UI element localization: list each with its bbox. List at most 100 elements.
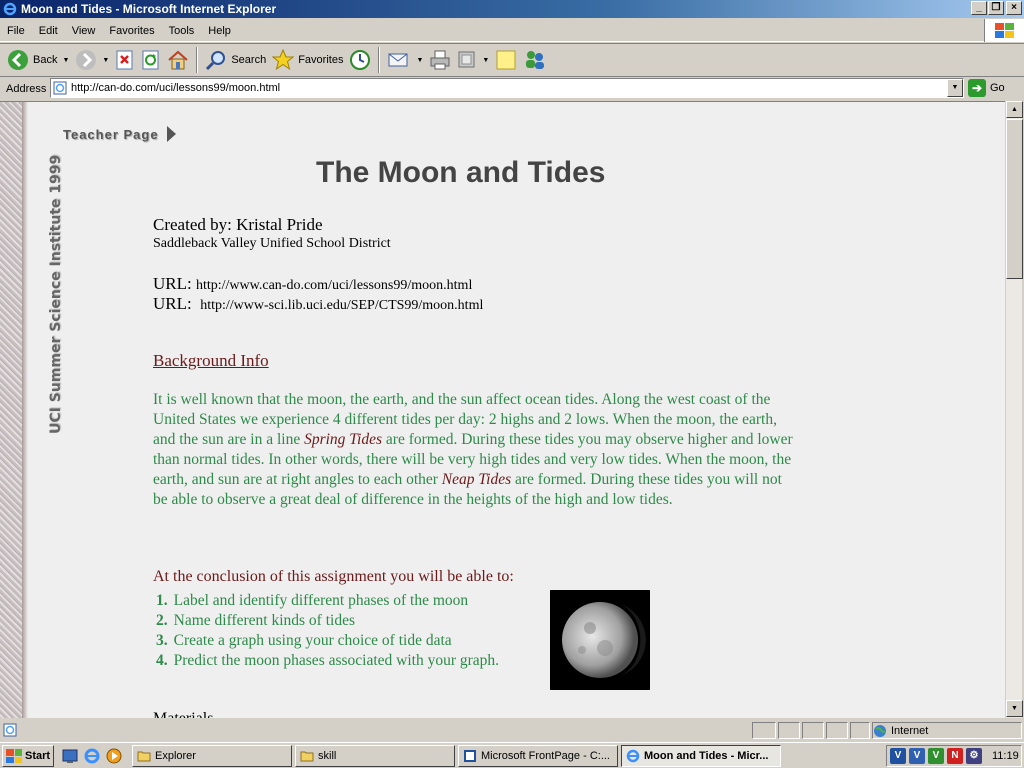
status-cell (802, 722, 824, 739)
start-button[interactable]: Start (2, 745, 54, 767)
address-input[interactable]: http://can-do.com/uci/lessons99/moon.htm… (50, 78, 964, 98)
shield-icon[interactable]: V (909, 748, 925, 764)
note-icon (496, 50, 516, 70)
restore-button[interactable]: ❐ (988, 1, 1004, 15)
scroll-down-icon[interactable]: ▼ (1006, 700, 1023, 717)
list-text: Name different kinds of tides (173, 612, 355, 629)
materials-heading: Materials (153, 710, 213, 718)
frontpage-icon (463, 749, 477, 763)
title-bar: Moon and Tides - Microsoft Internet Expl… (0, 0, 1024, 18)
favorites-button[interactable]: Favorites (269, 45, 346, 75)
side-banner: UCI Summer Science Institute 1999 (48, 154, 64, 434)
clock: 11:19 (992, 750, 1019, 762)
edit-dropdown-icon[interactable]: ▼ (482, 57, 489, 64)
list-number: 3. (156, 632, 168, 649)
home-button[interactable] (164, 45, 192, 75)
neap-tides-term: Neap Tides (441, 471, 512, 488)
taskbar: Start Explorer skill Microsoft FrontPage… (0, 742, 1024, 768)
mail-button[interactable]: ▼ (384, 45, 426, 75)
menu-edit[interactable]: Edit (32, 25, 65, 37)
home-icon (168, 50, 189, 70)
author: Created by: Kristal Pride (153, 215, 323, 234)
status-cell (752, 722, 776, 739)
toolbar: Back ▼ ▼ Search Favorites ▼ ▼ (0, 43, 1024, 77)
conclusion-heading: At the conclusion of this assignment you… (153, 568, 514, 585)
list-text: Predict the moon phases associated with … (173, 652, 500, 669)
district: Saddleback Valley Unified School Distric… (153, 236, 391, 251)
url-link-2[interactable]: http://www-sci.lib.uci.edu/SEP/CTS99/moo… (200, 298, 483, 313)
taskbar-button-skill[interactable]: skill (295, 745, 455, 767)
desktop-icon[interactable] (61, 747, 79, 765)
edit-button[interactable]: ▼ (454, 45, 492, 75)
forward-arrow-icon (76, 50, 97, 70)
network-n-icon[interactable]: N (947, 748, 963, 764)
back-dropdown-icon[interactable]: ▼ (62, 57, 69, 64)
media-player-icon[interactable] (105, 747, 123, 765)
stop-button[interactable] (112, 45, 138, 75)
close-button[interactable]: × (1006, 1, 1022, 15)
taskbar-button-moon-and-tides[interactable]: Moon and Tides - Micr... (621, 745, 781, 767)
mail-dropdown-icon[interactable]: ▼ (416, 57, 423, 64)
address-label: Address (6, 82, 47, 95)
decorative-border (0, 102, 22, 718)
url-link-1[interactable]: http://www.can-do.com/uci/lessons99/moon… (196, 278, 472, 293)
list-item: 1. Label and identify different phases of… (156, 591, 536, 611)
ie-quicklaunch-icon[interactable] (83, 747, 101, 765)
go-button[interactable]: ➔ Go (968, 79, 1005, 97)
antivirus-icon[interactable]: V (928, 748, 944, 764)
refresh-icon (142, 50, 159, 70)
menu-help[interactable]: Help (201, 25, 238, 37)
list-item: 4. Predict the moon phases associated wit… (156, 651, 536, 671)
list-text: Label and identify different phases of t… (173, 592, 469, 609)
search-button[interactable]: Search (202, 45, 269, 75)
page-title: The Moon and Tides (316, 156, 606, 189)
taskbar-button-explorer[interactable]: Explorer (132, 745, 292, 767)
vertical-scrollbar[interactable]: ▲ ▼ (1005, 101, 1023, 718)
zone-label: Internet (891, 724, 929, 737)
history-icon (350, 50, 371, 70)
address-dropdown-icon[interactable]: ▼ (947, 79, 963, 97)
menu-tools[interactable]: Tools (162, 25, 202, 37)
url-line-2: URL: http://www-sci.lib.uci.edu/SEP/CTS9… (153, 294, 483, 314)
go-label: Go (990, 82, 1005, 94)
folder-icon (137, 749, 151, 763)
stop-icon (116, 50, 133, 70)
teacher-page-link[interactable]: Teacher Page (63, 126, 176, 142)
windows-flag-icon (6, 749, 22, 763)
back-button[interactable]: Back ▼ (4, 45, 72, 75)
status-cell (850, 722, 870, 739)
discuss-button[interactable] (492, 45, 520, 75)
print-button[interactable] (426, 45, 454, 75)
objectives-list: 1. Label and identify different phases of… (156, 591, 536, 671)
url-label: URL: (153, 294, 192, 313)
status-cell (826, 722, 848, 739)
system-tray: V V V N ⚙ 11:19 (886, 745, 1022, 767)
list-number: 2. (156, 612, 168, 629)
history-button[interactable] (346, 45, 374, 75)
minimize-button[interactable]: _ (971, 1, 987, 15)
taskbar-label: skill (318, 750, 337, 762)
scroll-thumb[interactable] (1006, 119, 1023, 279)
messenger-button[interactable] (520, 45, 550, 75)
forward-dropdown-icon[interactable]: ▼ (102, 57, 109, 64)
go-arrow-icon: ➔ (968, 79, 986, 97)
taskbar-button-frontpage[interactable]: Microsoft FrontPage - C:... (458, 745, 618, 767)
toolbar-separator (196, 47, 199, 73)
forward-button[interactable]: ▼ (72, 45, 112, 75)
menu-view[interactable]: View (65, 25, 103, 37)
page-status-icon (3, 723, 17, 737)
shield-icon[interactable]: V (890, 748, 906, 764)
background-paragraph: It is well known that the moon, the eart… (153, 390, 793, 510)
menu-favorites[interactable]: Favorites (102, 25, 161, 37)
refresh-button[interactable] (138, 45, 164, 75)
start-label: Start (25, 750, 51, 762)
list-text: Create a graph using your choice of tide… (173, 632, 452, 649)
list-number: 4. (156, 652, 168, 669)
favorites-label: Favorites (298, 54, 344, 66)
page-icon (53, 81, 67, 95)
gear-icon[interactable]: ⚙ (966, 748, 982, 764)
scroll-up-icon[interactable]: ▲ (1006, 101, 1023, 118)
menu-file[interactable]: File (0, 25, 32, 37)
status-bar: Internet (0, 720, 1024, 741)
address-bar: Address http://can-do.com/uci/lessons99/… (0, 78, 1024, 99)
